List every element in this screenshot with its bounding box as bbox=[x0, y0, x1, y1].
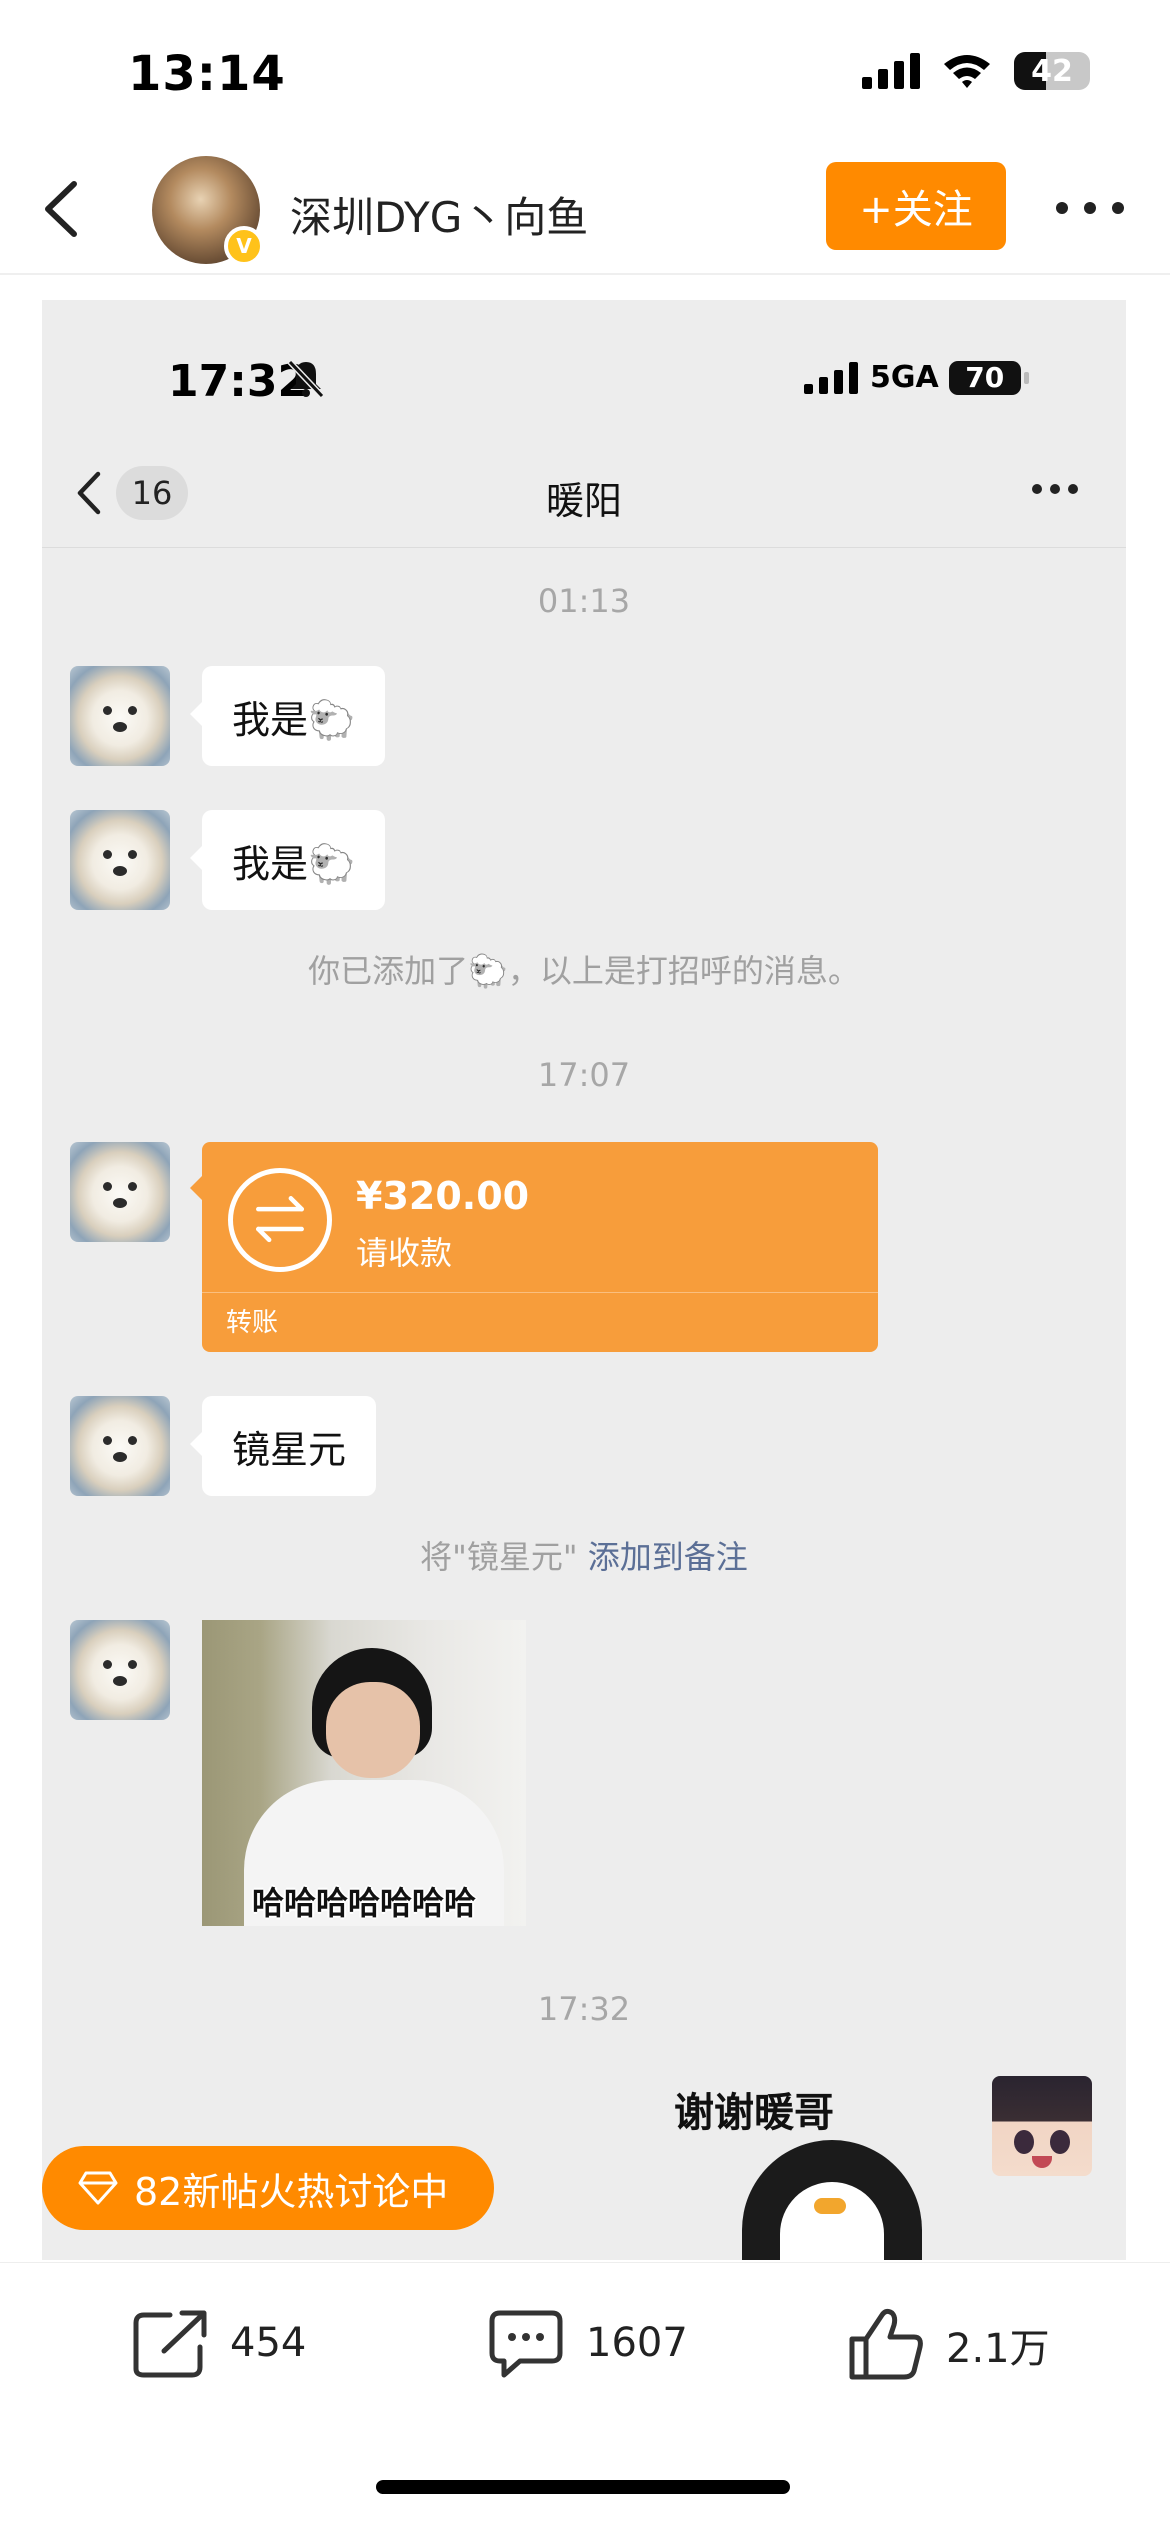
chat-status-icons: 5GA 70 bbox=[804, 360, 1029, 395]
contact-avatar[interactable] bbox=[70, 1620, 170, 1720]
sticker-caption: 谢谢暖哥 bbox=[674, 2090, 834, 2136]
battery-icon: 70 bbox=[948, 360, 1029, 395]
network-label: 5GA bbox=[870, 360, 939, 395]
more-dots-icon[interactable] bbox=[1030, 482, 1080, 496]
message-bubble[interactable]: 我是🐑 bbox=[189, 666, 386, 766]
like-count: 2.1万 bbox=[946, 2326, 1050, 2372]
home-indicator[interactable] bbox=[376, 2480, 790, 2494]
more-dots-icon[interactable] bbox=[1050, 188, 1130, 228]
hot-discussion-label: 82新帖火热讨论中 bbox=[134, 2169, 449, 2214]
author-name[interactable]: 深圳DYG丶向鱼 bbox=[290, 184, 588, 245]
contact-avatar[interactable] bbox=[70, 810, 170, 910]
divider bbox=[202, 1292, 878, 1293]
status-icons: 42 bbox=[862, 52, 1090, 90]
add-remark-link[interactable]: 添加到备注 bbox=[588, 1538, 748, 1576]
status-bar: 13:14 42 bbox=[0, 0, 1170, 150]
contact-avatar[interactable] bbox=[70, 1396, 170, 1496]
timestamp: 17:07 bbox=[537, 1056, 631, 1094]
chat-nav-bar: 16 暖阳 bbox=[42, 440, 1126, 548]
system-message-remark: 将"镜星元" 添加到备注 bbox=[42, 1532, 1126, 1578]
system-message: 你已添加了🐑，以上是打招呼的消息。 bbox=[308, 952, 860, 990]
image-message[interactable]: 哈哈哈哈哈哈哈 bbox=[202, 1620, 526, 1926]
transfer-amount: ¥320.00 bbox=[356, 1174, 530, 1218]
chat-screenshot[interactable]: 17:32 5GA 70 16 暖阳 01:13 我是🐑 我是🐑 你已添加了🐑， bbox=[42, 300, 1126, 2260]
timestamp: 17:32 bbox=[537, 1990, 631, 2028]
timestamp: 01:13 bbox=[537, 582, 631, 620]
transfer-card[interactable]: ¥320.00 请收款 转账 bbox=[190, 1142, 878, 1352]
bell-muted-icon bbox=[287, 359, 325, 398]
self-avatar[interactable] bbox=[992, 2076, 1092, 2176]
penguin-sticker[interactable] bbox=[742, 2140, 922, 2260]
back-chevron-icon[interactable] bbox=[30, 174, 100, 244]
action-bar: 454 1607 2.1万 bbox=[0, 2262, 1170, 2412]
comment-button[interactable]: 1607 bbox=[486, 2307, 688, 2379]
follow-button[interactable]: +关注 bbox=[826, 162, 1006, 250]
message-bubble[interactable]: 镜星元 bbox=[189, 1396, 377, 1496]
diamond-icon bbox=[78, 2171, 118, 2205]
transfer-subtitle: 请收款 bbox=[356, 1234, 453, 1272]
like-icon bbox=[849, 2308, 923, 2380]
contact-avatar[interactable] bbox=[70, 1142, 170, 1242]
battery-level: 42 bbox=[1031, 53, 1073, 89]
transfer-label: 转账 bbox=[226, 1308, 279, 1338]
share-icon bbox=[133, 2310, 207, 2378]
like-button[interactable]: 2.1万 bbox=[846, 2307, 1050, 2383]
remark-prefix: 将"镜星元" bbox=[420, 1538, 578, 1576]
share-button[interactable]: 454 bbox=[130, 2307, 306, 2379]
comment-icon bbox=[489, 2310, 563, 2378]
image-caption: 哈哈哈哈哈哈哈 bbox=[251, 1884, 476, 1922]
cellular-signal-icon bbox=[804, 361, 858, 394]
hot-discussion-badge[interactable]: 82新帖火热讨论中 bbox=[42, 2146, 494, 2230]
chat-title: 暖阳 bbox=[545, 479, 622, 523]
comment-count: 1607 bbox=[586, 2320, 688, 2366]
verified-badge: V bbox=[224, 226, 264, 266]
post-header: V 深圳DYG丶向鱼 +关注 bbox=[0, 150, 1170, 275]
battery-icon: 42 bbox=[1014, 52, 1090, 90]
share-count: 454 bbox=[230, 2320, 307, 2366]
cellular-signal-icon bbox=[862, 53, 920, 89]
status-time: 13:14 bbox=[128, 46, 286, 102]
contact-avatar[interactable] bbox=[70, 666, 170, 766]
wifi-icon bbox=[944, 55, 990, 88]
battery-level: 70 bbox=[965, 361, 1005, 394]
message-bubble[interactable]: 我是🐑 bbox=[189, 810, 386, 910]
transfer-arrows-icon bbox=[228, 1168, 332, 1272]
